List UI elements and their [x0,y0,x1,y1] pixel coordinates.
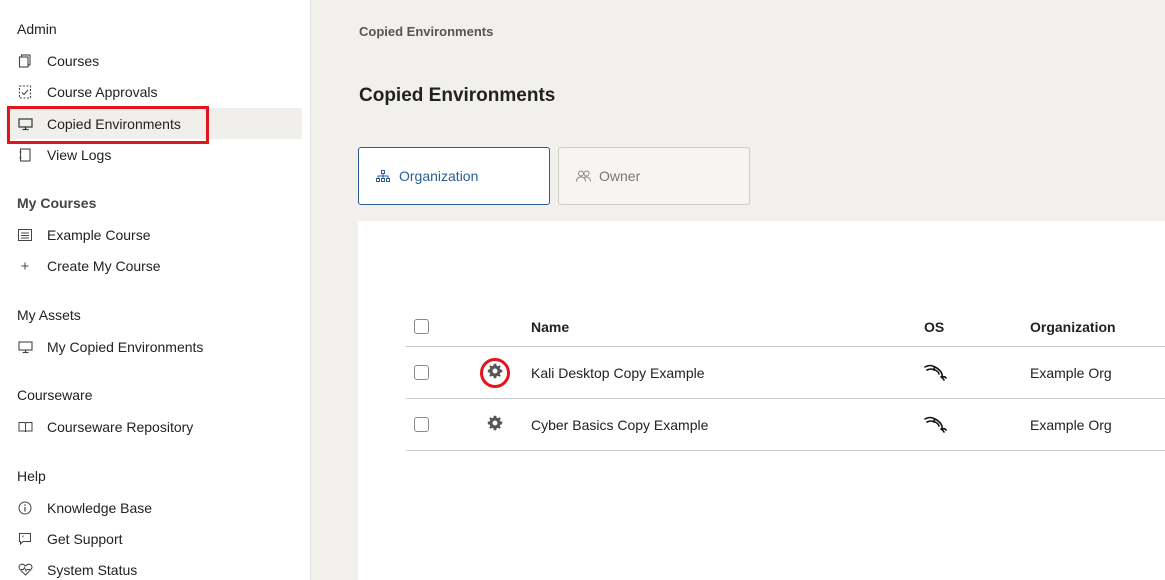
monitor-icon [17,339,33,355]
tab-organization[interactable]: Organization [358,147,550,205]
column-header-name[interactable]: Name [531,307,569,346]
sidebar-item-view-logs[interactable]: View Logs [6,139,302,170]
section-title-admin: Admin [17,21,57,37]
sidebar-item-label: Courseware Repository [47,418,194,435]
plus-icon [17,258,33,274]
row-name: Cyber Basics Copy Example [531,416,709,433]
kali-dragon-icon [924,347,948,398]
kali-dragon-icon [924,399,948,450]
chat-bubble-icon: " [17,531,33,547]
hierarchy-icon [375,168,391,184]
sidebar-item-label: Courses [47,52,100,69]
tab-label: Owner [599,168,641,184]
section-title-courseware: Courseware [17,387,93,403]
row-organization: Example Org [1030,364,1112,381]
sidebar-item-system-status[interactable]: System Status [6,554,302,580]
page-title: Copied Environments [359,85,556,106]
notebook-icon [17,147,33,163]
column-header-os[interactable]: OS [924,307,944,346]
gear-icon [487,363,503,382]
environments-table: Name OS Organization Kali Desktop Copy E… [406,307,1165,451]
row-settings-button[interactable] [480,347,510,398]
row-name: Kali Desktop Copy Example [531,364,705,381]
monitor-icon [17,116,33,132]
tab-label: Organization [399,168,479,184]
main-content: Copied Environments Copied Environments … [311,0,1165,580]
row-checkbox[interactable] [414,417,429,432]
sidebar-item-label: View Logs [47,146,112,163]
sidebar-item-example-course[interactable]: Example Course [6,219,302,250]
sidebar-item-label: Example Course [47,226,151,243]
svg-text:": " [22,534,25,541]
row-settings-button[interactable] [480,399,510,450]
info-icon [17,500,33,516]
sidebar-item-label: Get Support [47,530,123,547]
sidebar-item-label: Create My Course [47,257,161,274]
sidebar-item-course-approvals[interactable]: Course Approvals [6,76,302,107]
open-book-icon [17,419,33,435]
sidebar-item-knowledge-base[interactable]: Knowledge Base [6,492,302,523]
table-header-row: Name OS Organization [406,307,1165,347]
sidebar-item-label: Course Approvals [47,83,158,100]
environments-panel: Name OS Organization Kali Desktop Copy E… [358,221,1165,580]
column-header-organization[interactable]: Organization [1030,307,1116,346]
checklist-icon [17,84,33,100]
sidebar-item-label: My Copied Environments [47,338,204,355]
sidebar-item-label: System Status [47,561,138,578]
select-all-checkbox[interactable] [414,319,429,334]
sidebar-item-copied-environments[interactable]: Copied Environments [6,108,302,139]
sidebar-item-create-my-course[interactable]: Create My Course [6,250,302,281]
tab-owner[interactable]: Owner [558,147,750,205]
sidebar-item-courses[interactable]: Courses [6,45,302,76]
sidebar-item-label: Copied Environments [47,115,181,132]
sidebar-item-label: Knowledge Base [47,499,153,516]
row-checkbox[interactable] [414,365,429,380]
table-row[interactable]: Cyber Basics Copy Example Example Org [406,399,1165,451]
sidebar-item-courseware-repository[interactable]: Courseware Repository [6,411,302,442]
heart-pulse-icon [17,562,33,578]
gear-icon [487,415,503,434]
section-title-my-courses: My Courses [17,195,97,211]
section-title-my-assets: My Assets [17,307,81,323]
row-organization: Example Org [1030,416,1112,433]
copy-pages-icon [17,53,33,69]
table-row[interactable]: Kali Desktop Copy Example Example Org [406,347,1165,399]
users-icon [575,168,591,184]
breadcrumb: Copied Environments [359,24,494,39]
list-icon [17,227,33,243]
section-title-help: Help [17,468,46,484]
sidebar-item-get-support[interactable]: " Get Support [6,523,302,554]
sidebar-item-my-copied-environments[interactable]: My Copied Environments [6,331,302,362]
sidebar: Admin Courses Course Approvals Copied En… [0,0,311,580]
